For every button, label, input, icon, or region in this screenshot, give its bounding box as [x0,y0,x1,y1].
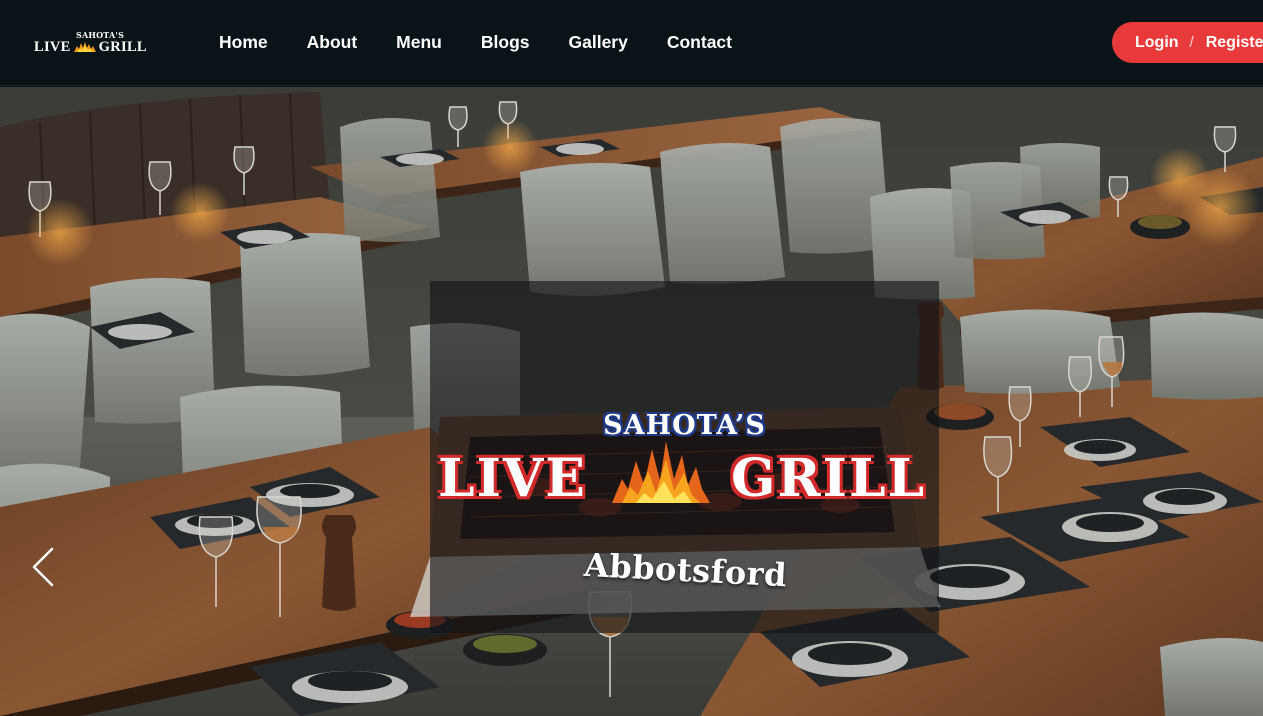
auth-button-group: Login / Register [1112,22,1263,63]
nav-home[interactable]: Home [219,31,268,53]
logo-word-right: GRILL [98,39,147,55]
nav-blogs[interactable]: Blogs [481,31,530,53]
nav-menu[interactable]: Menu [396,31,442,53]
flame-icon [73,42,96,52]
nav-contact[interactable]: Contact [667,31,732,53]
logo-word-left: LIVE [34,39,71,55]
hero-title-left: LIVE [438,448,587,509]
hero-title-top: SAHOTA’S [603,410,766,441]
hero-slider: SAHOTA’S LIVE GRILL Abbotsford [0,87,1263,716]
flame-icon [612,441,710,503]
top-navbar: SAHOTA'S LIVE GRILL Home About Menu Blog… [0,0,1263,86]
nav-gallery[interactable]: Gallery [569,31,628,53]
hero-title-right: GRILL [731,448,927,509]
register-button[interactable]: Register [1206,34,1263,52]
nav-about[interactable]: About [307,31,358,53]
brand-logo[interactable]: SAHOTA'S LIVE GRILL [34,30,162,58]
logo-main-text: LIVE GRILL [34,39,147,56]
login-button[interactable]: Login [1135,34,1179,52]
main-nav: Home About Menu Blogs Gallery Contact [219,31,771,53]
chevron-left-icon[interactable] [28,545,58,589]
hero-logo-card: SAHOTA’S LIVE GRILL Abbotsford [430,281,939,633]
hero-location: Abbotsford [583,545,788,595]
auth-separator: / [1189,34,1194,51]
